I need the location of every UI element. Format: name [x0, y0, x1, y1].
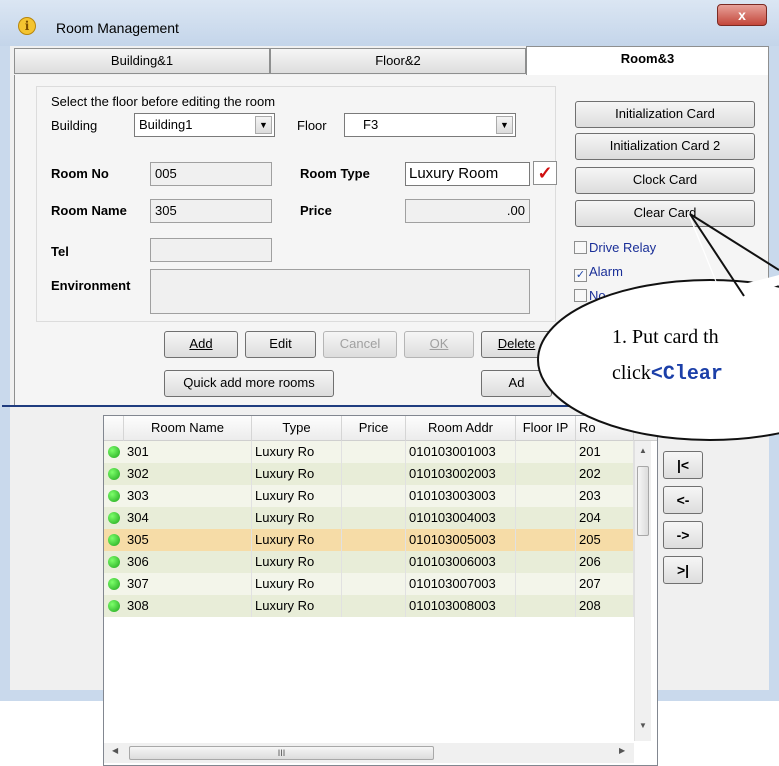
scroll-right-icon[interactable]: ▶	[619, 746, 625, 755]
callout-line-2: click<Clear	[612, 362, 723, 386]
callout-click-text: click	[612, 362, 651, 384]
scroll-down-icon[interactable]: ▼	[637, 721, 649, 737]
horizontal-scroll-thumb[interactable]: III	[129, 746, 434, 760]
scroll-left-icon[interactable]: ◀	[112, 746, 118, 755]
callout-line-1: 1. Put card th	[612, 326, 719, 348]
callout-shape	[537, 213, 779, 441]
horizontal-scrollbar[interactable]: ◀ III ▶	[104, 743, 634, 763]
callout-clear-code: <Clear	[650, 363, 723, 386]
